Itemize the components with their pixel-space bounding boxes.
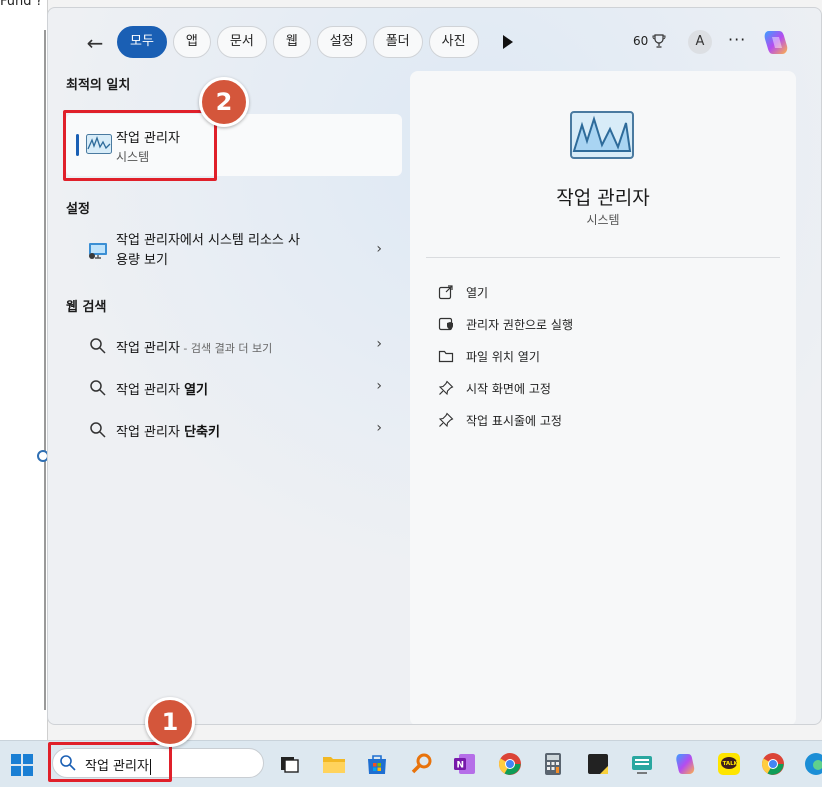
annotation-box-1 [48,742,172,782]
chevron-right-icon: › [376,241,382,257]
preview-subtitle: 시스템 [586,213,620,227]
settings-item-line1: 작업 관리자에서 시스템 리소스 사 [116,233,300,248]
preview-title: 작업 관리자 [556,187,650,209]
windows-start-icon[interactable] [11,754,33,776]
web-result-item[interactable]: 작업 관리자 단축키 › [66,410,402,450]
action-pin-to-start[interactable]: 시작 화면에 고정 [438,377,551,399]
annotation-badge-2: 2 [199,77,249,127]
calculator-icon[interactable] [541,752,565,776]
avatar[interactable]: A [688,30,712,54]
filter-bar: ← 모두 앱 문서 웹 설정 폴더 사진 60 A ··· [48,26,821,60]
sticky-notes-icon[interactable] [586,752,610,776]
action-label: 열기 [466,285,489,300]
preview-pane: 작업 관리자 시스템 열기 관리자 권한으로 실행 파일 위치 열기 시작 화면… [410,71,796,724]
trophy-icon [652,34,666,48]
edge-icon[interactable] [804,752,822,776]
tab-photos[interactable]: 사진 [428,26,479,58]
web-result-bold: 단축키 [184,425,220,440]
tab-settings[interactable]: 설정 [316,26,367,58]
search-icon [90,338,106,354]
web-result-text: 작업 관리자 [116,425,185,440]
action-label: 관리자 권한으로 실행 [466,317,573,332]
preview-divider [426,257,780,258]
task-view-icon[interactable] [277,752,301,776]
svg-text:TALK: TALK [723,761,739,767]
action-pin-to-taskbar[interactable]: 작업 표시줄에 고정 [438,409,562,431]
web-result-item[interactable]: 작업 관리자 - 검색 결과 더 보기 › [66,326,402,366]
tab-apps[interactable]: 앱 [172,26,211,58]
file-explorer-icon[interactable] [322,752,346,776]
filter-tabs: 모두 앱 문서 웹 설정 폴더 사진 [117,26,479,58]
search-icon [90,422,106,438]
action-run-as-admin[interactable]: 관리자 권한으로 실행 [438,313,573,335]
web-result-suffix: - 검색 결과 더 보기 [179,342,273,355]
chevron-right-icon: › [376,336,382,352]
search-icon [90,380,106,396]
action-label: 작업 표시줄에 고정 [466,413,562,428]
keyboard-icon[interactable] [630,752,654,776]
action-open-file-location[interactable]: 파일 위치 열기 [438,345,540,367]
background-divider [44,30,46,710]
more-options-button[interactable]: ··· [728,30,746,49]
tab-documents[interactable]: 문서 [216,26,267,58]
settings-item-line2: 용량 보기 [116,253,168,268]
tab-folders[interactable]: 폴더 [372,26,423,58]
copilot-icon[interactable] [760,28,792,58]
search-app-icon[interactable] [410,752,434,776]
tab-all[interactable]: 모두 [117,26,167,58]
action-open[interactable]: 열기 [438,281,488,303]
settings-heading: 설정 [66,202,90,217]
pin-icon [438,380,454,396]
folder-icon [438,350,454,363]
web-result-item[interactable]: 작업 관리자 열기 › [66,368,402,408]
background-window: Fund ? [0,0,49,740]
back-button[interactable]: ← [82,30,108,56]
web-result-text: 작업 관리자 [116,341,180,356]
annotation-badge-1: 1 [145,697,195,747]
onenote-icon[interactable]: N [453,752,477,776]
pin-icon [438,412,454,428]
kakaotalk-icon[interactable]: TALK [717,752,741,776]
chevron-right-icon: › [376,378,382,394]
store-icon[interactable] [365,752,389,776]
web-result-text: 작업 관리자 [116,383,185,398]
settings-result-item[interactable]: 작업 관리자에서 시스템 리소스 사 용량 보기 › [66,229,402,273]
open-external-icon [438,285,453,300]
chrome-icon[interactable] [498,752,522,776]
svg-text:N: N [457,761,465,771]
rewards-points[interactable]: 60 [633,34,666,48]
monitor-settings-icon [89,243,107,259]
task-manager-icon [570,111,634,159]
web-search-heading: 웹 검색 [66,300,107,315]
annotation-box-2 [63,110,217,181]
shield-icon [438,317,453,331]
tab-web[interactable]: 웹 [272,26,311,58]
action-label: 시작 화면에 고정 [466,381,551,396]
action-label: 파일 위치 열기 [466,349,540,364]
more-filters-arrow-icon[interactable] [498,32,518,52]
copilot-taskbar-icon[interactable] [673,752,697,776]
web-result-bold: 열기 [184,383,208,398]
points-value: 60 [633,34,649,48]
chrome-icon[interactable] [761,752,785,776]
background-text: Fund ? [0,0,43,9]
chevron-right-icon: › [376,420,382,436]
